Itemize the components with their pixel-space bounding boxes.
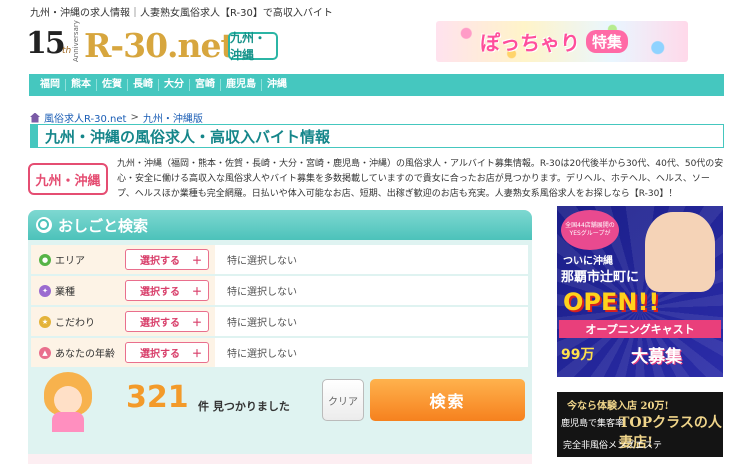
- site-tagline: 九州・沖縄の求人情報｜人妻熟女風俗求人【R-30】で高収入バイト: [30, 8, 333, 19]
- select-age-button[interactable]: 選択する ＋: [125, 342, 209, 363]
- logo-anniversary-suffix: th: [62, 46, 72, 56]
- breadcrumb-home-link[interactable]: 風俗求人R-30.net: [44, 110, 126, 125]
- ribbon-icon: ✦: [39, 284, 51, 297]
- search-header: おしごと検索: [28, 210, 532, 240]
- job-search-panel: おしごと検索 ● エリア 選択する＋ 特に選択しない ✦ 業種 選択する＋ 特に…: [28, 210, 532, 464]
- breadcrumb-separator: >: [130, 112, 139, 123]
- house-icon: ▲: [39, 346, 51, 359]
- feature-banner[interactable]: ぽっちゃり 特集: [436, 21, 688, 62]
- ad-pay: 99万: [561, 347, 595, 363]
- criteria-value: 特に選択しない: [227, 318, 297, 329]
- banner-text-main: ぽっちゃり: [480, 31, 580, 55]
- ad-bubble: 全国44店舗展開の YESグループが: [561, 210, 619, 250]
- criteria-row-industry: ✦ 業種 選択する＋ 特に選択しない: [31, 276, 528, 305]
- criteria-value: 特に選択しない: [227, 287, 297, 298]
- nav-item-miyazaki[interactable]: 宮崎: [190, 79, 221, 91]
- home-icon: [30, 112, 40, 123]
- ad-open: OPEN!!: [563, 288, 660, 316]
- select-preference-button[interactable]: 選択する ＋: [125, 311, 209, 332]
- search-button[interactable]: 検索: [370, 379, 525, 421]
- plus-icon: ＋: [192, 318, 202, 329]
- select-button-label: 選択する: [140, 287, 180, 298]
- logo-region-badge: 九州・沖縄: [228, 31, 278, 62]
- result-count-label: 件 見つかりました: [198, 400, 290, 413]
- ad2-line1: 今なら体験入店 20万!: [567, 401, 669, 412]
- region-badge: 九州・沖縄: [28, 163, 108, 195]
- breadcrumb-current[interactable]: 九州・沖縄版: [143, 110, 203, 125]
- select-button-label: 選択する: [140, 349, 180, 360]
- side-ad-okinawa-open[interactable]: 全国44店舗展開の YESグループが ついに沖縄 那覇市辻町に OPEN!! オ…: [557, 206, 723, 377]
- ad-cast: オープニングキャスト: [559, 320, 721, 338]
- select-button-label: 選択する: [140, 318, 180, 329]
- ad-line2: 那覇市辻町に: [561, 270, 640, 285]
- select-area-button[interactable]: 選択する ＋: [125, 249, 209, 270]
- ad2-line2: 鹿児島で集客率: [561, 419, 625, 429]
- site-logo[interactable]: 15 th Anniversary R-30.net 九州・沖縄: [26, 20, 296, 66]
- clear-button[interactable]: クリア: [322, 379, 364, 421]
- next-section-edge: [28, 454, 532, 464]
- plus-icon: ＋: [192, 349, 202, 360]
- logo-anniversary-word: Anniversary: [72, 20, 80, 62]
- page-title: 九州・沖縄の風俗求人・高収入バイト情報: [30, 124, 724, 148]
- nav-item-oita[interactable]: 大分: [159, 79, 190, 91]
- side-ad-kagoshima-esthe[interactable]: 今なら体験入店 20万! 鹿児島で集客率 TOPクラスの人妻店! 完全非風俗メン…: [557, 392, 723, 457]
- nav-item-okinawa[interactable]: 沖縄: [262, 79, 292, 91]
- search-criteria-list: ● エリア 選択する＋ 特に選択しない ✦ 業種 選択する＋ 特に選択しない ★…: [31, 245, 528, 369]
- search-title: おしごと検索: [58, 216, 149, 235]
- nav-item-saga[interactable]: 佐賀: [97, 79, 128, 91]
- select-industry-button[interactable]: 選択する ＋: [125, 280, 209, 301]
- nav-item-kagoshima[interactable]: 鹿児島: [221, 79, 262, 91]
- star-icon: ★: [39, 315, 51, 328]
- ad-model-photo: [637, 206, 723, 292]
- plus-icon: ＋: [192, 287, 202, 298]
- criteria-value: 特に選択しない: [227, 349, 297, 360]
- pin-icon: ●: [39, 253, 51, 266]
- nav-item-nagasaki[interactable]: 長崎: [128, 79, 159, 91]
- logo-anniversary-number: 15: [26, 26, 66, 61]
- logo-brand: R-30.net: [84, 26, 236, 65]
- ad2-line4: 完全非風俗メンズエステ: [563, 441, 662, 451]
- select-button-label: 選択する: [140, 256, 180, 267]
- criteria-value: 特に選択しない: [227, 256, 297, 267]
- prefecture-nav: 福岡 熊本 佐賀 長崎 大分 宮崎 鹿児島 沖縄: [29, 74, 724, 96]
- breadcrumb: 風俗求人R-30.net > 九州・沖縄版: [30, 110, 203, 125]
- mascot-girl-illustration: [38, 372, 98, 432]
- criteria-row-area: ● エリア 選択する＋ 特に選択しない: [31, 245, 528, 274]
- intro-text: 九州・沖縄（福岡・熊本・佐賀・長崎・大分・宮崎・鹿児島・沖縄）の風俗求人・アルバ…: [117, 159, 724, 199]
- result-count: 321: [126, 380, 189, 415]
- ad-recruit: 大募集: [631, 347, 682, 367]
- ad-line1: ついに沖縄: [563, 256, 613, 267]
- criteria-row-age: ▲ あなたの年齢 選択する＋ 特に選択しない: [31, 338, 528, 367]
- nav-item-kumamoto[interactable]: 熊本: [66, 79, 97, 91]
- nav-item-fukuoka[interactable]: 福岡: [35, 79, 66, 91]
- plus-icon: ＋: [192, 256, 202, 267]
- magnifier-icon: [36, 217, 52, 233]
- search-result-bar: 321 件 見つかりました クリア 検索: [28, 372, 532, 434]
- criteria-row-preference: ★ こだわり 選択する＋ 特に選択しない: [31, 307, 528, 336]
- banner-text-tag: 特集: [586, 30, 629, 53]
